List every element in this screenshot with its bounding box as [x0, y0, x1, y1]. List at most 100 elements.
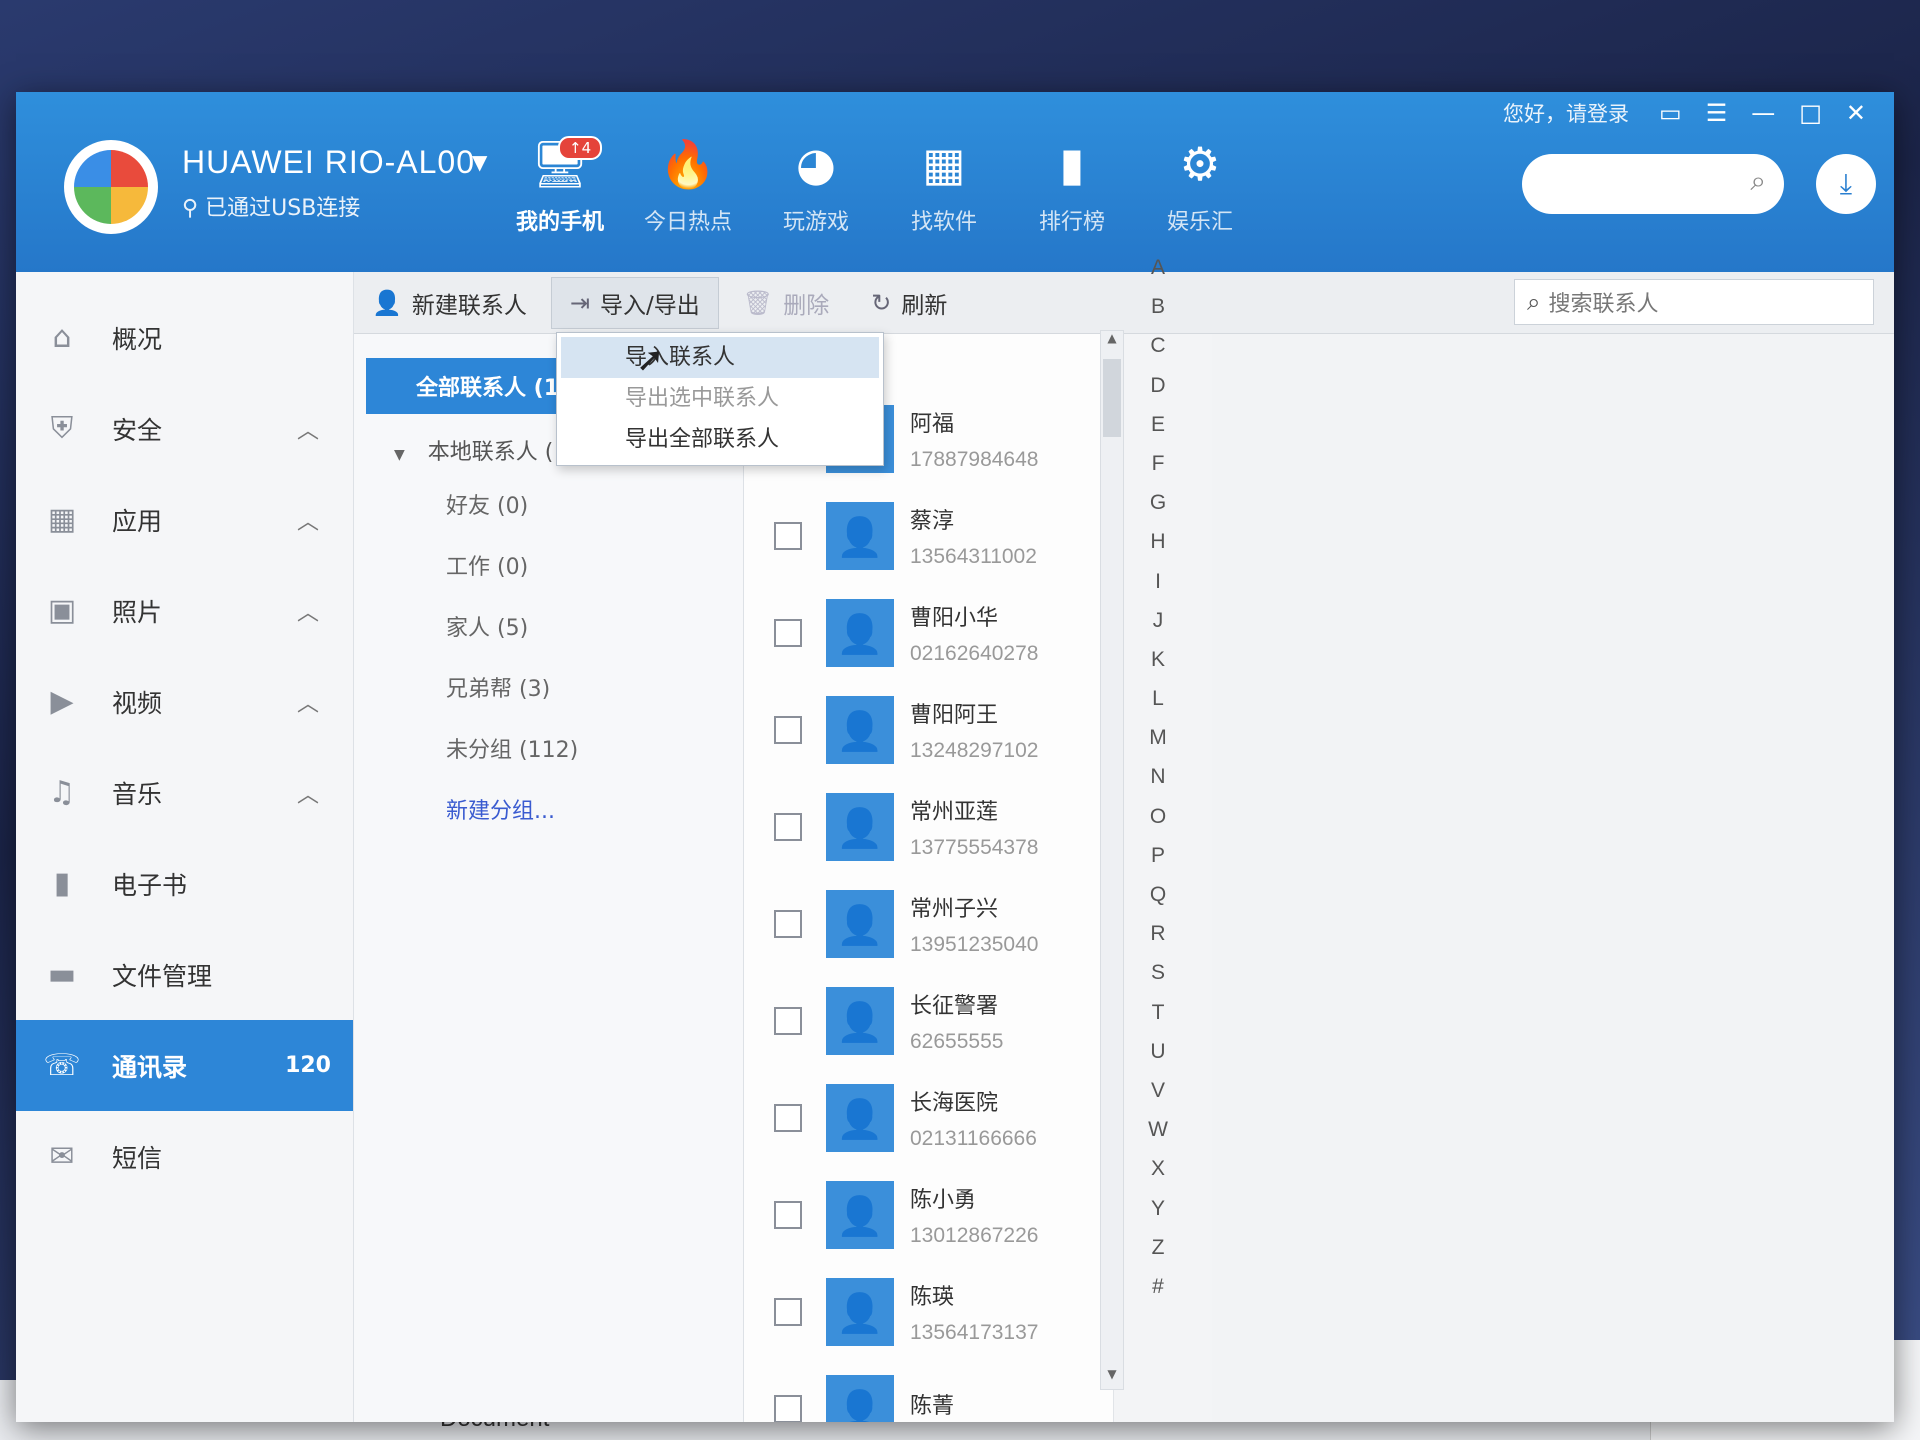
sidebar-item-home[interactable]: ⌂ 概况 [16, 292, 353, 383]
contact-info: 常州亚莲 13775554378 [910, 794, 1038, 860]
export-all-item[interactable]: 导出全部联系人 [561, 419, 879, 460]
export-selected-item[interactable]: 导出选中联系人 [561, 378, 879, 419]
alphabet-letter[interactable]: A [1151, 248, 1165, 287]
menu-list-icon[interactable]: ☰ [1706, 99, 1728, 127]
device-name[interactable]: HUAWEI RIO-AL00 [182, 144, 475, 181]
alphabet-letter[interactable]: X [1151, 1149, 1165, 1188]
nav-apps-grid[interactable]: ▦ 找软件 [880, 132, 1008, 236]
alphabet-letter[interactable]: C [1150, 326, 1165, 365]
contact-row[interactable]: 👤 陈菁 [744, 1360, 1113, 1422]
sidebar-item-label: 音乐 [112, 779, 163, 809]
nav-phone-monitor[interactable]: 🖥 ↑4 我的手机 [496, 132, 624, 236]
maximize-icon[interactable]: □ [1799, 99, 1822, 127]
alphabet-letter[interactable]: H [1150, 522, 1165, 561]
contact-row[interactable]: 👤 常州亚莲 13775554378 [744, 778, 1113, 875]
group-item[interactable]: 工作 (0) [354, 537, 743, 598]
refresh-button[interactable]: ↻ 刷新 [853, 278, 965, 328]
contact-search-input[interactable]: ⌕ 搜索联系人 [1514, 279, 1874, 325]
alphabet-letter[interactable]: D [1150, 366, 1165, 405]
alphabet-letter[interactable]: K [1151, 640, 1165, 679]
contact-list-scrollbar[interactable]: ▲ ▼ [1100, 330, 1124, 1390]
contact-checkbox[interactable] [774, 909, 802, 938]
alphabet-letter[interactable]: Z [1152, 1228, 1165, 1267]
alphabet-letter[interactable]: N [1150, 757, 1165, 796]
alphabet-letter[interactable]: P [1151, 836, 1165, 875]
search-icon[interactable]: ⌕ [1750, 164, 1766, 197]
alphabet-letter[interactable]: F [1152, 444, 1165, 483]
nav-flame[interactable]: 🔥 今日热点 [624, 132, 752, 236]
contact-checkbox[interactable] [774, 1394, 802, 1422]
new-group-link[interactable]: 新建分组... [354, 781, 743, 842]
alphabet-letter[interactable]: U [1150, 1032, 1165, 1071]
contact-row[interactable]: 👤 长海医院 02131166666 [744, 1069, 1113, 1166]
sidebar-item-photo[interactable]: ▣ 照片 ︿ [16, 565, 353, 656]
chevron-up-icon[interactable]: ︿ [297, 595, 319, 627]
contact-row[interactable]: 👤 曹阳小华 02162640278 [744, 584, 1113, 681]
download-icon[interactable]: ⤓ [1816, 154, 1876, 214]
contact-checkbox[interactable] [774, 618, 802, 647]
contact-checkbox[interactable] [774, 1297, 802, 1326]
import-export-button[interactable]: ⇥ 导入/导出 [550, 276, 719, 329]
alphabet-letter[interactable]: V [1151, 1071, 1165, 1110]
alphabet-letter[interactable]: G [1150, 483, 1166, 522]
group-item[interactable]: 兄弟帮 (3) [354, 659, 743, 720]
minimize-icon[interactable]: — [1751, 99, 1775, 127]
chevron-up-icon[interactable]: ︿ [297, 777, 319, 809]
sidebar-item-video[interactable]: ▶ 视频 ︿ [16, 656, 353, 747]
group-item[interactable]: 好友 (0) [354, 476, 743, 537]
contact-row[interactable]: 👤 陈小勇 13012867226 [744, 1166, 1113, 1263]
alphabet-letter[interactable]: T [1152, 993, 1165, 1032]
contact-checkbox[interactable] [774, 715, 802, 744]
sidebar-item-apps[interactable]: ▦ 应用 ︿ [16, 474, 353, 565]
alphabet-letter[interactable]: I [1155, 562, 1161, 601]
contact-row[interactable]: 👤 常州子兴 13951235040 [744, 875, 1113, 972]
contact-row[interactable]: 👤 蔡淳 13564311002 [744, 487, 1113, 584]
sidebar-item-contacts[interactable]: ☏ 通讯录 120 [16, 1020, 353, 1111]
group-item[interactable]: 未分组 (112) [354, 720, 743, 781]
sidebar-item-shield[interactable]: ⛨ 安全 ︿ [16, 383, 353, 474]
sidebar-item-sms[interactable]: ✉ 短信 [16, 1111, 353, 1202]
import-contacts-item[interactable]: 导入联系人 [561, 337, 879, 378]
alphabet-letter[interactable]: B [1151, 287, 1165, 326]
alphabet-letter[interactable]: R [1150, 914, 1165, 953]
scrollbar-thumb[interactable] [1103, 359, 1121, 437]
close-icon[interactable]: ✕ [1846, 99, 1866, 127]
chevron-up-icon[interactable]: ︿ [297, 504, 319, 536]
expand-triangle-icon[interactable]: ▼ [394, 447, 405, 463]
alphabet-letter[interactable]: L [1152, 679, 1164, 718]
scroll-down-arrow-icon[interactable]: ▼ [1101, 1367, 1123, 1389]
scroll-up-arrow-icon[interactable]: ▲ [1101, 331, 1123, 353]
contact-row[interactable]: 👤 长征警署 62655555 [744, 972, 1113, 1069]
feedback-icon[interactable]: ▭ [1659, 99, 1682, 127]
alphabet-letter[interactable]: S [1151, 953, 1165, 992]
sidebar-item-music[interactable]: ♫ 音乐 ︿ [16, 747, 353, 838]
alphabet-letter[interactable]: Q [1150, 875, 1166, 914]
group-item[interactable]: 家人 (5) [354, 598, 743, 659]
sidebar-item-ebook[interactable]: ▮ 电子书 [16, 838, 353, 929]
global-search-input[interactable]: ⌕ [1522, 154, 1784, 214]
contact-row[interactable]: 👤 陈瑛 13564173137 [744, 1263, 1113, 1360]
contact-row[interactable]: 👤 曹阳阿王 13248297102 [744, 681, 1113, 778]
alphabet-letter[interactable]: # [1152, 1267, 1164, 1306]
contact-checkbox[interactable] [774, 521, 802, 550]
new-contact-button[interactable]: 👤 新建联系人 [354, 278, 545, 328]
delete-button[interactable]: 🗑 删除 [725, 278, 847, 328]
contact-checkbox[interactable] [774, 1006, 802, 1035]
nav-bar-chart[interactable]: ▮ 排行榜 [1008, 132, 1136, 236]
alphabet-letter[interactable]: O [1150, 797, 1166, 836]
alphabet-letter[interactable]: M [1149, 718, 1167, 757]
contact-checkbox[interactable] [774, 812, 802, 841]
nav-film-reel[interactable]: ⚙ 娱乐汇 [1136, 132, 1264, 236]
alphabet-letter[interactable]: E [1151, 405, 1165, 444]
alphabet-letter[interactable]: Y [1151, 1189, 1165, 1228]
alphabet-letter[interactable]: J [1153, 601, 1164, 640]
login-link[interactable]: 您好，请登录 [1503, 98, 1629, 128]
contact-checkbox[interactable] [774, 1103, 802, 1132]
contact-checkbox[interactable] [774, 1200, 802, 1229]
alphabet-letter[interactable]: W [1148, 1110, 1168, 1149]
chevron-up-icon[interactable]: ︿ [297, 413, 319, 445]
chevron-up-icon[interactable]: ︿ [297, 686, 319, 718]
device-dropdown-caret-icon[interactable]: ▼ [472, 150, 487, 174]
nav-game[interactable]: ◕ 玩游戏 [752, 132, 880, 236]
sidebar-item-folder[interactable]: ▬ 文件管理 [16, 929, 353, 1020]
